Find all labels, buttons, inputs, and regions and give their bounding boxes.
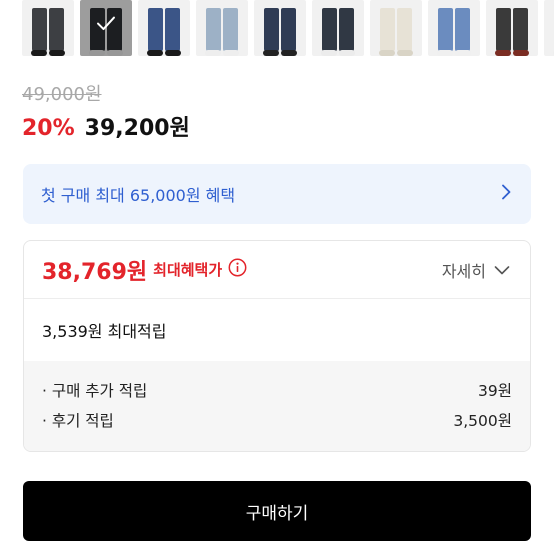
sale-price: 39,200원 [84,116,190,141]
max-benefit-price: 38,769원 [42,259,148,285]
color-thumbnail-selected[interactable] [80,0,132,56]
info-icon[interactable] [228,258,247,281]
benefit-text: 첫 구매 최대 65,000원 혜택 [41,186,236,205]
points-row-label: · 후기 적립 [42,412,114,430]
points-row: · 후기 적립 3,500원 [42,405,512,435]
check-icon [96,16,116,36]
discount-rate: 20% [22,116,75,141]
chevron-down-icon [494,260,510,279]
max-benefit-card: 38,769원 최대혜택가 자세히 3,539원 최대적립 · 구매 추가 적립… [23,240,531,452]
points-row-label: · 구매 추가 적립 [42,382,148,400]
color-thumbnail[interactable] [428,0,480,56]
sale-price-row: 20% 39,200원 [22,110,190,142]
first-purchase-benefit-banner[interactable]: 첫 구매 최대 65,000원 혜택 [23,164,531,224]
points-breakdown: · 구매 추가 적립 39원 · 후기 적립 3,500원 [24,361,530,451]
points-row-value: 39원 [478,382,512,400]
original-price: 49,000원 [22,84,102,105]
max-benefit-header: 38,769원 최대혜택가 자세히 [24,241,530,299]
color-thumbnail[interactable] [312,0,364,56]
color-thumbnail[interactable] [196,0,248,56]
color-thumbnail[interactable] [254,0,306,56]
color-thumbnail[interactable] [486,0,538,56]
color-thumbnail-strip [0,0,554,56]
detail-toggle[interactable]: 자세히 [442,258,510,282]
buy-button[interactable]: 구매하기 [23,481,531,541]
color-thumbnail[interactable] [370,0,422,56]
chevron-right-icon [501,184,511,204]
detail-label: 자세히 [441,261,486,281]
color-thumbnail[interactable] [138,0,190,56]
color-thumbnail[interactable] [544,0,554,56]
max-benefit-label: 최대혜택가 [153,261,223,279]
max-points-total: 3,539원 최대적립 [42,322,167,341]
points-row: · 구매 추가 적립 39원 [42,375,512,405]
color-thumbnail[interactable] [22,0,74,56]
points-row-value: 3,500원 [453,412,512,430]
